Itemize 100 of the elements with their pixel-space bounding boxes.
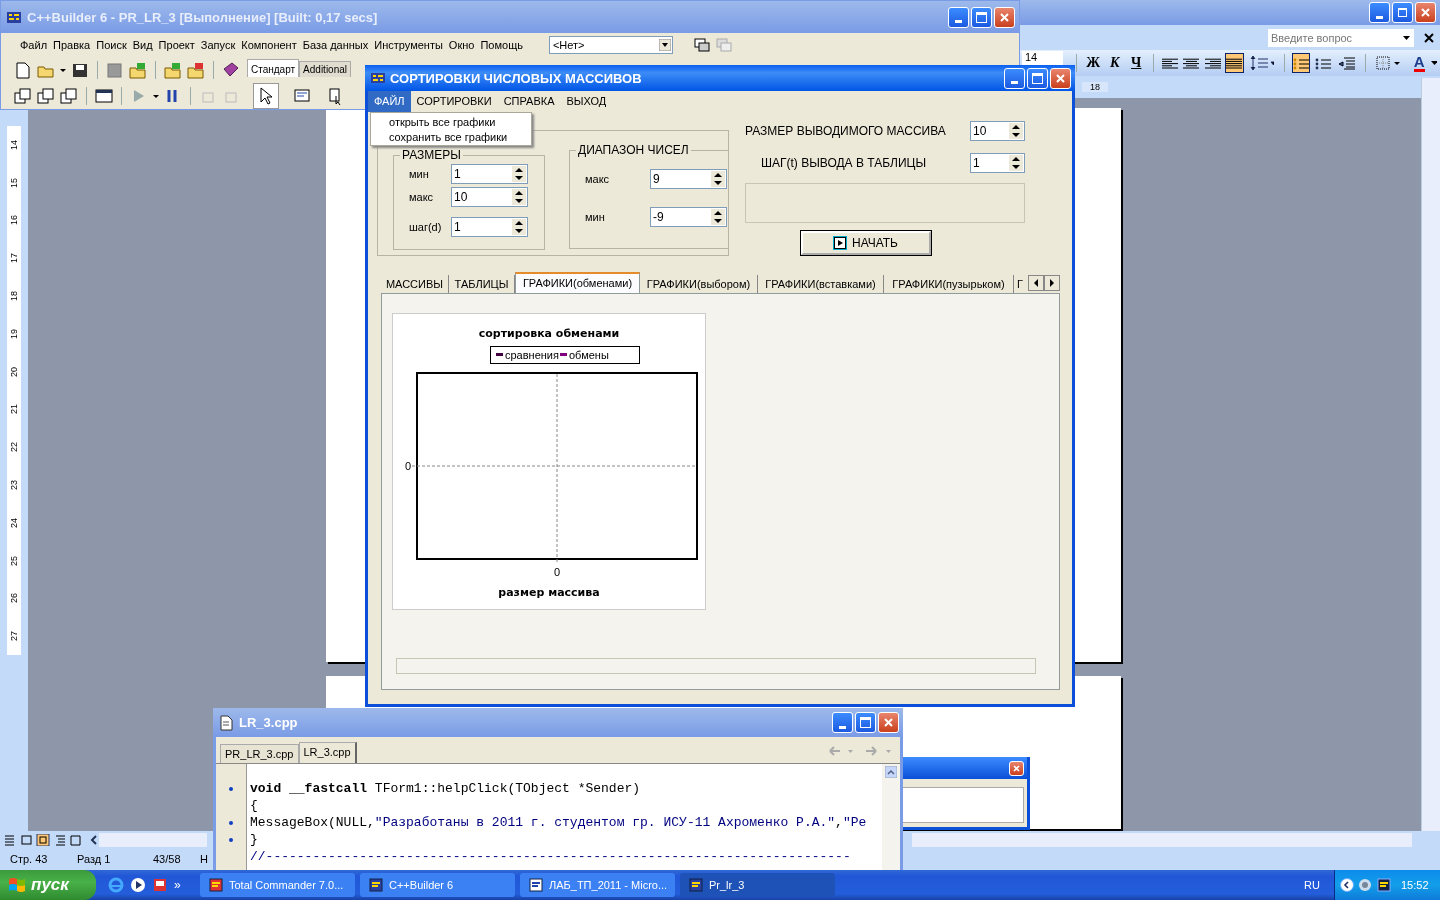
close-icon[interactable] bbox=[1424, 32, 1434, 43]
help-search-field[interactable]: Введите вопрос bbox=[1268, 28, 1414, 47]
spin-arrows-icon[interactable] bbox=[1009, 123, 1023, 139]
spin-field[interactable]: 1 bbox=[970, 153, 1025, 173]
spin-field[interactable]: 1 bbox=[451, 217, 528, 237]
menu-item[interactable]: ВЫХОД bbox=[560, 91, 613, 112]
program-icon[interactable] bbox=[152, 877, 168, 893]
spin-arrows-icon[interactable] bbox=[1009, 155, 1023, 171]
menu-item[interactable]: сохранить все графики bbox=[389, 130, 531, 143]
taskbar-button[interactable]: Pr_lr_3 bbox=[680, 873, 835, 897]
menu-item[interactable]: Окно bbox=[448, 39, 481, 51]
file-tab[interactable]: PR_LR_3.cpp bbox=[220, 744, 299, 763]
spin-field[interactable]: 10 bbox=[451, 187, 528, 207]
align-button[interactable] bbox=[1225, 53, 1244, 73]
file-tab[interactable]: LR_3.cpp bbox=[298, 742, 357, 763]
minimize-button[interactable] bbox=[1369, 2, 1390, 23]
close-button[interactable] bbox=[994, 6, 1015, 28]
close-button[interactable] bbox=[1050, 67, 1071, 89]
menu-item[interactable]: Помощь bbox=[480, 39, 529, 51]
spin-arrows-icon[interactable] bbox=[512, 219, 526, 235]
minimize-button[interactable] bbox=[1004, 67, 1025, 89]
status-text: 43/58 bbox=[153, 853, 181, 865]
restore-button[interactable] bbox=[1392, 2, 1413, 23]
start-button[interactable]: НАЧАТЬ bbox=[801, 231, 931, 255]
indent-icon[interactable] bbox=[1337, 56, 1355, 70]
horizontal-scrollbar[interactable] bbox=[912, 832, 1412, 847]
borders-icon[interactable] bbox=[1375, 56, 1400, 70]
vertical-scrollbar[interactable] bbox=[1421, 78, 1440, 831]
close-button[interactable] bbox=[878, 712, 899, 733]
menu-item[interactable]: Проект bbox=[158, 39, 201, 51]
format-button[interactable]: Ч bbox=[1127, 55, 1146, 71]
list-button[interactable] bbox=[1291, 53, 1311, 73]
minimize-button[interactable] bbox=[832, 712, 853, 733]
pointer-tool-button[interactable] bbox=[253, 83, 279, 109]
menu-item[interactable]: База данных bbox=[302, 39, 375, 51]
menu-item[interactable]: открыть все графики bbox=[389, 115, 531, 128]
maximize-button[interactable] bbox=[971, 6, 992, 28]
more-button[interactable]: » bbox=[174, 878, 181, 892]
book-icon[interactable] bbox=[221, 61, 241, 79]
menu-item[interactable]: Файл bbox=[20, 39, 54, 51]
menu-item[interactable]: Запуск bbox=[200, 39, 242, 51]
spin-arrows-icon[interactable] bbox=[711, 171, 725, 187]
spin-field[interactable]: 1 bbox=[451, 164, 528, 184]
spin-arrows-icon[interactable] bbox=[512, 189, 526, 205]
menu-item[interactable]: Поиск bbox=[96, 39, 133, 51]
font-size-field[interactable]: 14 bbox=[1022, 51, 1063, 65]
media-player-icon[interactable] bbox=[130, 877, 146, 893]
palette-tab[interactable]: Стандарт bbox=[247, 59, 300, 77]
dropdown-icon[interactable] bbox=[1430, 61, 1437, 65]
tab-scroll-arrows-icon[interactable] bbox=[1028, 275, 1060, 291]
tray-icon[interactable] bbox=[1376, 877, 1392, 893]
palette-tab[interactable]: Additional bbox=[299, 61, 351, 77]
vertical-scrollbar[interactable] bbox=[882, 764, 900, 871]
language-indicator[interactable]: RU bbox=[1304, 879, 1320, 891]
format-button[interactable]: Ж bbox=[1083, 55, 1103, 71]
spin-field[interactable]: 10 bbox=[970, 121, 1025, 141]
windows-icon[interactable] bbox=[36, 87, 56, 105]
spin-field[interactable]: 9 bbox=[650, 169, 727, 189]
dropdown-icon[interactable] bbox=[658, 39, 671, 51]
taskbar-button[interactable]: Total Commander 7.0... bbox=[200, 873, 355, 897]
format-button[interactable]: К bbox=[1105, 55, 1124, 71]
tab[interactable]: ГРАФИКИ(обменами) bbox=[515, 272, 640, 293]
close-button[interactable] bbox=[1415, 2, 1436, 23]
component-icon[interactable] bbox=[293, 87, 313, 105]
close-button[interactable] bbox=[1009, 760, 1024, 776]
toolbar-icon[interactable] bbox=[692, 37, 733, 53]
menu-item[interactable]: СПРАВКА bbox=[497, 91, 561, 112]
minimize-button[interactable] bbox=[948, 6, 969, 28]
folder-icon[interactable] bbox=[163, 61, 183, 79]
maximize-button[interactable] bbox=[1027, 67, 1048, 89]
spin-field[interactable]: -9 bbox=[650, 207, 727, 227]
clock: 15:52 bbox=[1401, 879, 1429, 891]
windows-icon[interactable] bbox=[59, 87, 79, 105]
horizontal-scrollbar[interactable] bbox=[99, 832, 207, 847]
taskbar-button[interactable]: C++Builder 6 bbox=[360, 873, 515, 897]
status-text: Стр. 43 bbox=[10, 853, 48, 865]
menu-item[interactable]: СОРТИРОВКИ bbox=[410, 91, 498, 112]
view-buttons-icon[interactable] bbox=[4, 833, 99, 846]
new-file-icon[interactable] bbox=[13, 61, 33, 79]
menu-item[interactable]: Правка bbox=[53, 39, 97, 51]
combo-box[interactable]: <Нет> bbox=[548, 36, 673, 54]
folder-icon[interactable] bbox=[128, 61, 148, 79]
line-spacing-icon[interactable] bbox=[1249, 55, 1274, 71]
spin-arrows-icon[interactable] bbox=[512, 166, 526, 182]
scroll-up-icon[interactable] bbox=[885, 766, 897, 778]
square-icon[interactable] bbox=[105, 61, 125, 79]
menu-item[interactable]: Инструменты bbox=[374, 39, 449, 51]
maximize-button[interactable] bbox=[855, 712, 876, 733]
field-label: шаг(d) bbox=[409, 221, 443, 233]
menu-item[interactable]: ФАЙЛ bbox=[368, 91, 411, 112]
menu-item[interactable]: Вид bbox=[132, 39, 159, 51]
windows-icon[interactable] bbox=[13, 87, 33, 105]
folder-icon[interactable] bbox=[186, 61, 206, 79]
menu-item[interactable]: Компонент bbox=[241, 39, 303, 51]
font-color-button[interactable]: A bbox=[1413, 54, 1425, 72]
spin-arrows-icon[interactable] bbox=[711, 209, 725, 225]
save-icon[interactable] bbox=[70, 61, 90, 79]
taskbar-button[interactable]: ЛАБ_ТП_2011 - Micro... bbox=[520, 873, 675, 897]
tab[interactable]: Г bbox=[1014, 275, 1028, 293]
window-icon[interactable] bbox=[94, 87, 114, 105]
